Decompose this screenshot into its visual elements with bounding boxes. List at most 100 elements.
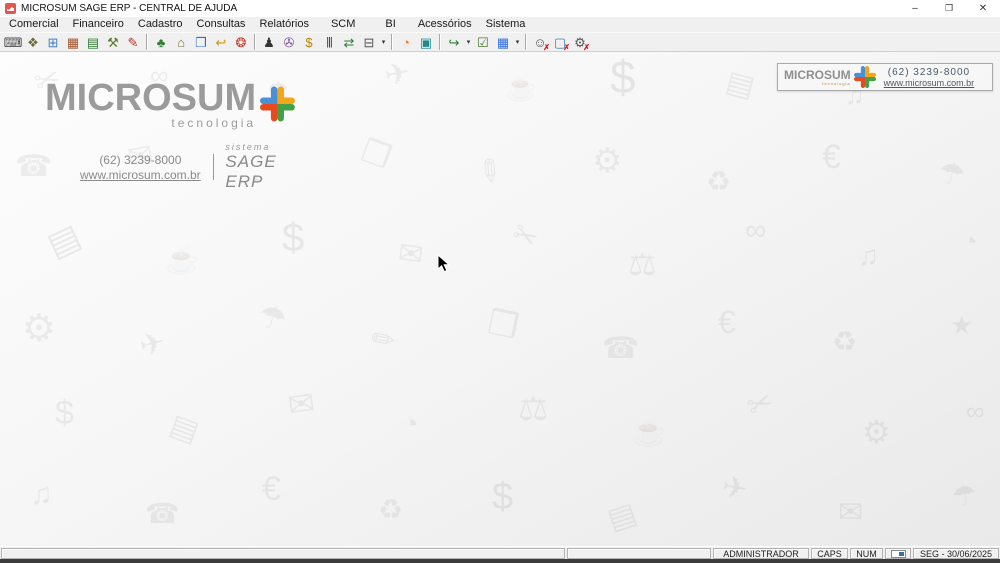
watermark-icon: ▤ — [166, 410, 203, 448]
tool-product-crate-button[interactable]: ▦ — [63, 33, 83, 51]
tool-company-building-button[interactable]: ⌂ — [171, 33, 191, 51]
system-label: sistema — [225, 142, 270, 152]
watermark-icon: ◔ — [962, 228, 978, 254]
watermark-icon: ∞ — [745, 216, 766, 246]
tool-logoff-user-button[interactable]: ☺✗ — [530, 33, 550, 51]
tool-cash-money-button[interactable]: $ — [299, 33, 319, 51]
watermark-icon: ♻ — [706, 168, 731, 196]
catalog-book-icon: ▤ — [87, 36, 99, 49]
watermark-icon: ⚙ — [862, 416, 891, 448]
close-x-badge: ✗ — [563, 44, 570, 52]
watermark-icon: ✉ — [838, 498, 863, 528]
restore-button[interactable]: ❐ — [932, 0, 966, 17]
cash-money-icon: $ — [305, 36, 312, 49]
nfe-tree-icon: ♣ — [157, 36, 166, 49]
status-bar: ADMINISTRADORCAPSNUMSEG - 30/06/2025 — [0, 546, 1000, 559]
app-icon — [5, 3, 16, 14]
tool-media-camera-button[interactable]: ✇ — [279, 33, 299, 51]
watermark-icon: ☂ — [254, 298, 291, 337]
tool-pos-terminal-button[interactable]: ⌨ — [3, 33, 23, 51]
menu-bi[interactable]: BI — [370, 17, 410, 32]
menu-cadastro[interactable]: Cadastro — [131, 17, 190, 32]
tool-catalog-book-button[interactable]: ▤ — [83, 33, 103, 51]
tool-supplies-bag-button[interactable]: ❖ — [23, 33, 43, 51]
tool-exit-system-button[interactable]: ⚙✗ — [570, 33, 590, 51]
tool-stock-computer-button[interactable]: ⊞ — [43, 33, 63, 51]
window-bottom-edge — [0, 559, 1000, 563]
watermark-icon: ☎ — [145, 500, 180, 528]
infobox-url[interactable]: www.microsum.com.br — [884, 78, 975, 88]
menu-acessórios[interactable]: Acessórios — [411, 17, 479, 32]
watermark-icon: ✈ — [137, 327, 169, 362]
contact-info-box: MICROSUM tecnologia (62) 3239-8000 www.m… — [777, 63, 993, 91]
menu-sistema[interactable]: Sistema — [479, 17, 533, 32]
content-area: ✂∞$✈☕$▤♫⚖☎✉◔❒✎⚙♻€☂▤☕$✉✂⚖∞♫◔⚙✈☂✎❒☎€♻★$▤✉◔… — [0, 52, 1000, 546]
calculator-dropdown-arrow[interactable]: ▾ — [513, 38, 522, 46]
watermark-icon: ✈ — [382, 58, 413, 93]
watermark-icon: ∞ — [966, 398, 985, 424]
watermark-icon: ▤ — [723, 67, 758, 103]
check-notes-icon: ☑ — [477, 36, 489, 49]
toolbar-separator — [146, 34, 148, 50]
tool-order-notes-button[interactable]: ✎ — [123, 33, 143, 51]
schedule-board-icon: ▣ — [420, 36, 432, 49]
tool-clock-button[interactable]: ◔ — [396, 33, 416, 51]
web-globe-icon: ❂ — [236, 36, 247, 49]
watermark-icon: ▤ — [604, 498, 640, 535]
tool-check-notes-button[interactable]: ☑ — [473, 33, 493, 51]
tool-copy-documents-button[interactable]: ❐ — [191, 33, 211, 51]
watermark-icon: € — [262, 472, 281, 506]
watermark-icon: ★ — [950, 312, 973, 338]
infobox-brand: MICROSUM — [784, 69, 851, 81]
logo-url[interactable]: www.microsum.com.br — [80, 168, 201, 182]
minimize-button[interactable]: – — [898, 0, 932, 17]
tool-schedule-board-button[interactable]: ▣ — [416, 33, 436, 51]
watermark-icon: ✂ — [506, 218, 543, 257]
close-button[interactable]: ✕ — [966, 0, 1000, 17]
watermark-icon: ✎ — [366, 322, 401, 358]
status-date-icon — [885, 548, 911, 559]
tool-pos-lever-button[interactable]: ⚒ — [103, 33, 123, 51]
brand-subtitle: tecnologia — [171, 116, 256, 130]
status-user: ADMINISTRADOR — [713, 548, 809, 559]
window-controls: – ❐ ✕ — [898, 0, 1000, 17]
menu-comercial[interactable]: Comercial — [2, 17, 66, 32]
tool-redo-arrow-button[interactable]: ↪ — [444, 33, 464, 51]
copy-documents-icon: ❐ — [195, 36, 207, 49]
tool-calculator-button[interactable]: ▦ — [493, 33, 513, 51]
pos-lever-icon: ⚒ — [107, 36, 119, 49]
watermark-icon: ✉ — [286, 386, 317, 421]
tool-transfer-arrows-button[interactable]: ⇄ — [339, 33, 359, 51]
tool-barcode-button[interactable]: ||| — [319, 33, 339, 51]
media-camera-icon: ✇ — [284, 36, 295, 49]
penguin-mascot-icon: ♟ — [263, 36, 275, 49]
tool-print-button[interactable]: ⊟ — [359, 33, 379, 51]
menu-scm[interactable]: SCM — [316, 17, 370, 32]
menu-financeiro[interactable]: Financeiro — [66, 17, 131, 32]
menu-relatórios[interactable]: Relatórios — [252, 17, 316, 32]
tool-penguin-mascot-button[interactable]: ♟ — [259, 33, 279, 51]
watermark-icon: ☕ — [632, 418, 667, 446]
menu-bar: ComercialFinanceiroCadastroConsultasRela… — [0, 17, 1000, 32]
tool-close-terminal-button[interactable]: ▢✗ — [550, 33, 570, 51]
redo-arrow-dropdown-arrow[interactable]: ▾ — [464, 38, 473, 46]
logo-phone: (62) 3239-8000 — [99, 153, 181, 167]
main-logo: MICROSUM tecnologia (62) 3239-8000 www.m… — [45, 82, 295, 192]
toolbar-separator — [439, 34, 441, 50]
watermark-icon: $ — [610, 54, 636, 100]
transfer-arrows-icon: ⇄ — [344, 36, 355, 49]
tool-nfe-tree-button[interactable]: ♣ — [151, 33, 171, 51]
print-dropdown-arrow[interactable]: ▾ — [379, 38, 388, 46]
tool-wallet-return-button[interactable]: ↩ — [211, 33, 231, 51]
menu-consultas[interactable]: Consultas — [190, 17, 253, 32]
company-building-icon: ⌂ — [177, 36, 185, 49]
wallet-return-icon: ↩ — [216, 36, 227, 49]
tool-web-globe-button[interactable]: ❂ — [231, 33, 251, 51]
watermark-icon: ❒ — [485, 305, 522, 345]
watermark-icon: ☂ — [935, 158, 968, 193]
watermark-icon: ☕ — [165, 246, 200, 274]
supplies-bag-icon: ❖ — [27, 36, 39, 49]
status-message — [1, 548, 565, 559]
infobox-phone: (62) 3239-8000 — [888, 67, 970, 78]
watermark-icon: ✂ — [743, 386, 778, 423]
